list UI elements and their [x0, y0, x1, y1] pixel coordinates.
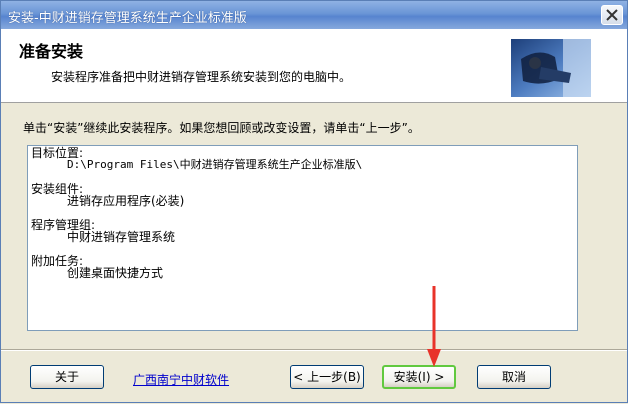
red-arrow-annotation: [427, 286, 441, 367]
installer-window: 安装-中财进销存管理系统生产企业标准版 准备安装 安装程序准备把中财进销存管理系…: [0, 0, 628, 403]
